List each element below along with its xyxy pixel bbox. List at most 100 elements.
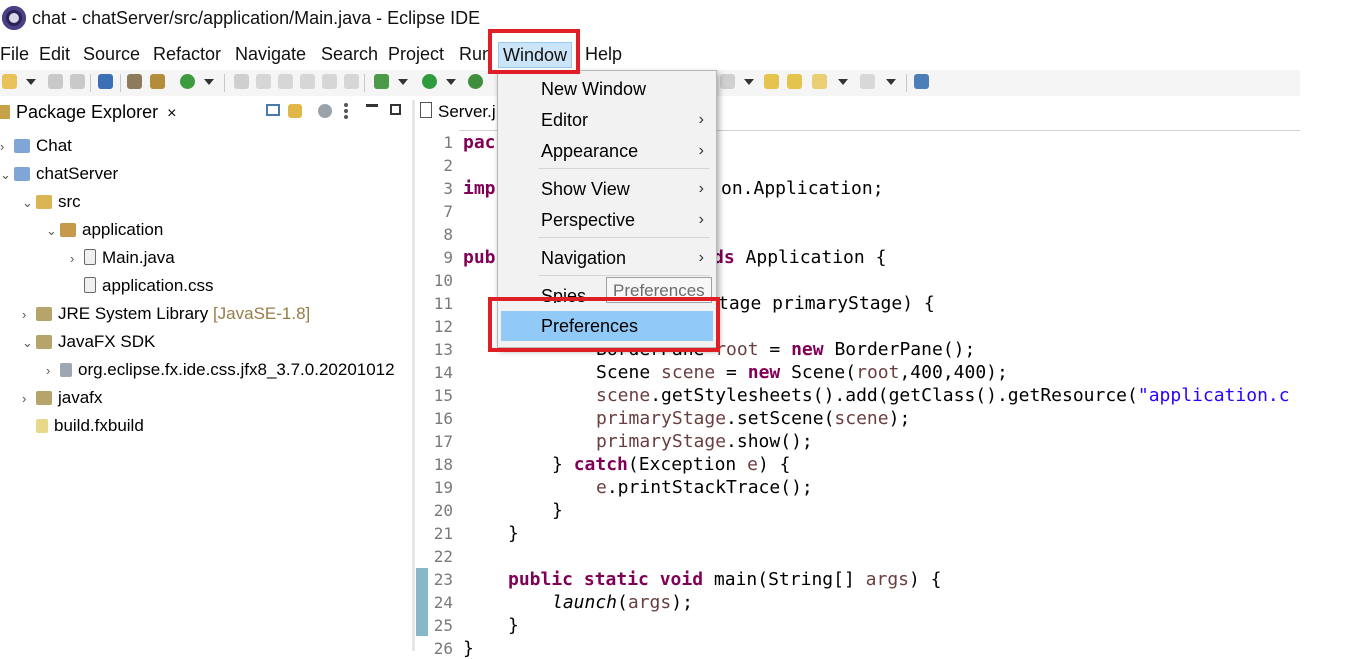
- menu-help[interactable]: Help: [585, 44, 622, 65]
- code-line-11[interactable]: tage primaryStage) {: [718, 293, 935, 314]
- line-number: 21: [433, 524, 453, 543]
- save-all-icon[interactable]: [70, 74, 85, 89]
- menu-item-perspective[interactable]: Perspective ›: [498, 205, 714, 235]
- code-line-24[interactable]: launch(args);: [552, 592, 693, 613]
- chevron-right-icon: ›: [698, 111, 704, 128]
- code-line-21[interactable]: }: [508, 523, 519, 544]
- link-editor-icon[interactable]: [288, 104, 302, 118]
- filters-icon[interactable]: [318, 104, 332, 118]
- menu-file[interactable]: File: [0, 44, 29, 65]
- code-line-16[interactable]: primaryStage.setScene(scene);: [596, 408, 910, 429]
- package-icon[interactable]: [127, 74, 142, 89]
- tree-item-src[interactable]: ⌄ src: [22, 189, 81, 215]
- package-icon: [60, 223, 76, 237]
- pen-icon[interactable]: [256, 74, 271, 89]
- next-annotation-icon[interactable]: [720, 74, 735, 89]
- menu-edit[interactable]: Edit: [39, 44, 70, 65]
- chevron-right-icon[interactable]: ›: [22, 386, 36, 412]
- mark-occurrences-icon[interactable]: [322, 74, 337, 89]
- debug-dropdown-icon[interactable]: [398, 79, 408, 85]
- whitespace-icon[interactable]: [344, 74, 359, 89]
- code-line-25[interactable]: }: [508, 615, 519, 636]
- menu-bar: File Edit Source Refactor Navigate Searc…: [0, 40, 1346, 70]
- menu-item-editor[interactable]: Editor ›: [498, 105, 714, 135]
- refresh-dropdown-icon[interactable]: [204, 79, 214, 85]
- close-icon[interactable]: ×: [167, 105, 176, 122]
- view-menu-icon[interactable]: [344, 103, 352, 119]
- chevron-right-icon[interactable]: ›: [70, 246, 84, 272]
- tree-item-main-java[interactable]: › Main.java: [70, 245, 175, 271]
- window-title: chat - chatServer/src/application/Main.j…: [32, 8, 481, 28]
- tree-item-jre-library[interactable]: › JRE System Library [JavaSE-1.8]: [22, 301, 310, 327]
- new-java-project-icon[interactable]: [150, 74, 165, 89]
- editor-tab-server[interactable]: Server.j: [420, 102, 496, 130]
- external-tools-icon[interactable]: [468, 74, 483, 89]
- maximize-icon[interactable]: [390, 104, 401, 115]
- annotation-dropdown-icon[interactable]: [744, 79, 754, 85]
- chevron-down-icon[interactable]: ⌄: [0, 162, 14, 188]
- chevron-down-icon[interactable]: ⌄: [22, 330, 36, 356]
- chevron-right-icon[interactable]: ›: [46, 358, 60, 384]
- toggle-icon[interactable]: [300, 74, 315, 89]
- save-icon[interactable]: [48, 74, 63, 89]
- menu-source[interactable]: Source: [83, 44, 140, 65]
- minimize-icon[interactable]: [366, 104, 378, 107]
- code-line-1[interactable]: pac: [463, 132, 496, 153]
- run-icon[interactable]: [422, 74, 437, 89]
- tree-item-application-css[interactable]: application.css: [70, 273, 214, 299]
- forward-dropdown-icon[interactable]: [886, 79, 896, 85]
- chevron-right-icon[interactable]: ›: [0, 134, 14, 160]
- line-number: 26: [433, 639, 453, 658]
- new-dropdown-icon[interactable]: [26, 79, 36, 85]
- code-line-3[interactable]: imp on.Application;: [463, 178, 884, 199]
- menu-search[interactable]: Search: [321, 44, 378, 65]
- code-line-15[interactable]: scene.getStylesheets().add(getClass().ge…: [596, 385, 1298, 406]
- code-line-17[interactable]: primaryStage.show();: [596, 431, 813, 452]
- code-line-23[interactable]: public static void main(String[] args) {: [508, 569, 942, 590]
- tree-item-javafx-sdk[interactable]: ⌄ JavaFX SDK: [22, 329, 155, 355]
- menu-project[interactable]: Project: [388, 44, 444, 65]
- library-icon: [36, 307, 52, 321]
- menu-item-appearance[interactable]: Appearance ›: [498, 136, 714, 166]
- open-perspective-icon[interactable]: [914, 74, 929, 89]
- console-icon[interactable]: [98, 74, 113, 89]
- tree-item-javafx[interactable]: › javafx: [22, 385, 102, 411]
- refresh-icon[interactable]: [180, 74, 195, 89]
- new-icon[interactable]: [2, 74, 17, 89]
- menu-item-show-view[interactable]: Show View ›: [498, 174, 714, 204]
- back-dropdown-icon[interactable]: [838, 79, 848, 85]
- chevron-right-icon: ›: [698, 180, 704, 197]
- chevron-right-icon: ›: [698, 211, 704, 228]
- prev-edit-icon[interactable]: [764, 74, 779, 89]
- menu-separator: [538, 275, 710, 276]
- menu-item-new-window[interactable]: New Window: [498, 74, 714, 104]
- back-icon[interactable]: [812, 74, 827, 89]
- line-number: 1: [443, 133, 453, 152]
- code-line-9[interactable]: pub ds Application {: [463, 247, 886, 268]
- tree-item-build-fxbuild[interactable]: build.fxbuild: [22, 413, 144, 439]
- menu-navigate[interactable]: Navigate: [235, 44, 306, 65]
- code-line-19[interactable]: e.printStackTrace();: [596, 477, 813, 498]
- debug-icon[interactable]: [374, 74, 389, 89]
- block-icon[interactable]: [278, 74, 293, 89]
- next-edit-icon[interactable]: [787, 74, 802, 89]
- code-line-26[interactable]: }: [463, 638, 474, 659]
- code-line-18[interactable]: } catch(Exception e) {: [552, 454, 790, 475]
- pin-icon[interactable]: [234, 74, 249, 89]
- forward-icon[interactable]: [860, 74, 875, 89]
- tree-item-jar[interactable]: › org.eclipse.fx.ide.css.jfx8_3.7.0.20201…: [46, 357, 395, 383]
- chevron-right-icon[interactable]: ›: [22, 302, 36, 328]
- tree-item-application[interactable]: ⌄ application: [46, 217, 163, 243]
- package-explorer-tab[interactable]: Package Explorer ×: [0, 102, 176, 130]
- menu-run[interactable]: Run: [459, 44, 489, 65]
- menu-refactor[interactable]: Refactor: [153, 44, 221, 65]
- chevron-down-icon[interactable]: ⌄: [22, 190, 36, 216]
- menu-item-navigation[interactable]: Navigation ›: [498, 243, 714, 273]
- tree-item-chat[interactable]: › Chat: [0, 133, 72, 159]
- code-line-14[interactable]: Scene scene = new Scene(root,400,400);: [596, 362, 1008, 383]
- collapse-all-icon[interactable]: [266, 104, 280, 116]
- tree-item-chatserver[interactable]: ⌄ chatServer: [0, 161, 118, 187]
- chevron-down-icon[interactable]: ⌄: [46, 218, 60, 244]
- run-dropdown-icon[interactable]: [446, 79, 456, 85]
- code-line-20[interactable]: }: [552, 500, 563, 521]
